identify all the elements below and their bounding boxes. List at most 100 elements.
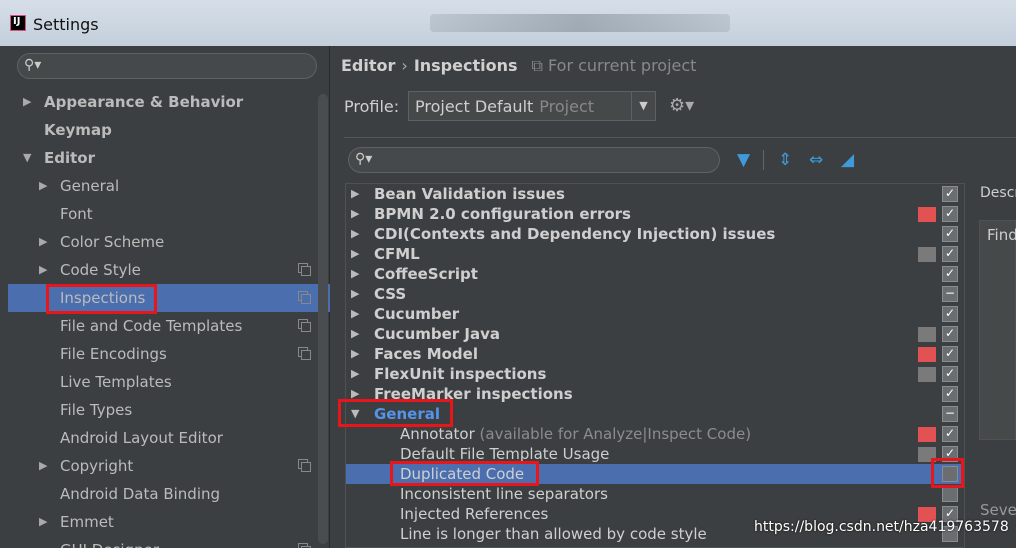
sidebar-item-font[interactable]: Font: [8, 200, 330, 228]
project-scope-label: For current project: [548, 56, 697, 75]
sidebar-scrollbar[interactable]: [318, 94, 328, 544]
reset-eraser-icon[interactable]: ◢: [841, 150, 854, 170]
sidebar-item-code-style[interactable]: ▶ Code Style: [8, 256, 330, 284]
sidebar-item-file-types[interactable]: File Types: [8, 396, 330, 424]
sidebar-item-color-scheme[interactable]: ▶ Color Scheme: [8, 228, 330, 256]
breadcrumb-separator-icon: ›: [401, 56, 408, 75]
sidebar-item-android-layout-editor[interactable]: Android Layout Editor: [8, 424, 330, 452]
enable-checkbox[interactable]: ✓: [942, 426, 958, 442]
inspection-label: BPMN 2.0 configuration errors: [374, 205, 631, 223]
breadcrumb: Editor › Inspections ⧉ For current project: [341, 56, 696, 76]
inspection-row[interactable]: ▶ CFML ✓: [346, 244, 964, 264]
enable-checkbox[interactable]: ✓: [942, 366, 958, 382]
sidebar-item-keymap[interactable]: Keymap: [8, 116, 330, 144]
chevron-right-icon[interactable]: ▶: [39, 256, 47, 284]
inspection-row[interactable]: Annotator (available for Analyze|Inspect…: [346, 424, 964, 444]
sidebar-item-label: Font: [60, 205, 93, 223]
sidebar-item-file-encodings[interactable]: File Encodings: [8, 340, 330, 368]
enable-checkbox[interactable]: −: [942, 406, 958, 422]
enable-checkbox[interactable]: ✓: [942, 386, 958, 402]
enable-checkbox[interactable]: ✓: [942, 246, 958, 262]
inspection-label: CDI(Contexts and Dependency Injection) i…: [374, 225, 776, 243]
watermark: https://blog.csdn.net/hza419763578: [754, 519, 1009, 535]
inspection-label: Cucumber Java: [374, 325, 501, 343]
enable-checkbox[interactable]: ✓: [942, 266, 958, 282]
expand-all-icon[interactable]: ⇕: [778, 150, 792, 170]
enable-checkbox[interactable]: ✓: [942, 306, 958, 322]
sidebar-item-live-templates[interactable]: Live Templates: [8, 368, 330, 396]
sidebar-item-emmet[interactable]: ▶ Emmet: [8, 508, 330, 536]
search-icon: ⚲▾: [355, 151, 373, 167]
enable-checkbox[interactable]: [942, 486, 958, 502]
sidebar-item-gui-designer[interactable]: GUI Designer: [8, 536, 330, 548]
chevron-right-icon[interactable]: ▶: [351, 324, 359, 344]
chevron-right-icon[interactable]: ▶: [39, 508, 47, 536]
sidebar-item-label: Android Layout Editor: [60, 429, 223, 447]
inspection-row[interactable]: ▶ CDI(Contexts and Dependency Injection) …: [346, 224, 964, 244]
enable-checkbox[interactable]: ✓: [942, 346, 958, 362]
inspection-row[interactable]: ▶ FlexUnit inspections ✓: [346, 364, 964, 384]
chevron-right-icon[interactable]: ▶: [351, 364, 359, 384]
chevron-down-icon[interactable]: ▼: [23, 144, 31, 172]
enable-checkbox[interactable]: ✓: [942, 206, 958, 222]
inspection-row[interactable]: ▶ BPMN 2.0 configuration errors ✓: [346, 204, 964, 224]
inspection-label: CoffeeScript: [374, 265, 478, 283]
chevron-right-icon[interactable]: ▶: [351, 244, 359, 264]
profile-dropdown[interactable]: Project Default Project ▼: [408, 91, 656, 121]
enable-checkbox[interactable]: ✓: [942, 326, 958, 342]
sidebar-item-label: File Encodings: [60, 345, 167, 363]
sidebar-item-android-data-binding[interactable]: Android Data Binding: [8, 480, 330, 508]
filter-icon[interactable]: ▼: [737, 150, 750, 170]
inspection-label: CFML: [374, 245, 420, 263]
sidebar-item-file-and-code-templates[interactable]: File and Code Templates: [8, 312, 330, 340]
severity-indicator: [918, 427, 936, 442]
chevron-right-icon[interactable]: ▶: [351, 224, 359, 244]
description-pane: Descr Find: [973, 183, 1016, 548]
inspection-search-input[interactable]: ⚲▾: [348, 147, 720, 173]
sidebar-item-general[interactable]: ▶ General: [8, 172, 330, 200]
highlight-duplicated-code: [390, 461, 539, 486]
sidebar-item-label: Editor: [44, 149, 95, 167]
project-scope-icon: [298, 263, 311, 276]
inspection-row[interactable]: ▶ Cucumber Java ✓: [346, 324, 964, 344]
highlight-inspections: [46, 284, 157, 314]
chevron-right-icon[interactable]: ▶: [39, 452, 47, 480]
chevron-right-icon[interactable]: ▶: [351, 204, 359, 224]
sidebar-item-appearance-behavior[interactable]: ▶ Appearance & Behavior: [8, 88, 330, 116]
inspection-row[interactable]: ▶ CoffeeScript ✓: [346, 264, 964, 284]
search-icon: ⚲▾: [24, 57, 42, 73]
sidebar-item-label: File and Code Templates: [60, 317, 243, 335]
sidebar-item-copyright[interactable]: ▶ Copyright: [8, 452, 330, 480]
inspection-row[interactable]: ▶ Cucumber ✓: [346, 304, 964, 324]
severity-indicator: [918, 327, 936, 342]
sidebar-item-editor[interactable]: ▼ Editor: [8, 144, 330, 172]
collapse-all-icon[interactable]: ⇔: [809, 150, 823, 170]
chevron-right-icon[interactable]: ▶: [351, 284, 359, 304]
inspection-row[interactable]: ▶ CSS −: [346, 284, 964, 304]
severity-label: Seve: [980, 501, 1016, 519]
severity-indicator: [918, 247, 936, 262]
divider: [344, 137, 1016, 138]
chevron-right-icon[interactable]: ▶: [39, 228, 47, 256]
gear-icon[interactable]: ⚙▾: [669, 95, 694, 116]
enable-checkbox[interactable]: −: [942, 286, 958, 302]
inspection-row[interactable]: ▶ Bean Validation issues ✓: [346, 184, 964, 204]
project-scope-note: ⧉ For current project: [532, 56, 697, 75]
chevron-right-icon[interactable]: ▶: [351, 344, 359, 364]
title-bar: IJ Settings: [0, 0, 1016, 46]
breadcrumb-editor[interactable]: Editor: [341, 56, 395, 75]
inspection-row[interactable]: Inconsistent line separators: [346, 484, 964, 504]
enable-checkbox[interactable]: ✓: [942, 226, 958, 242]
project-scope-icon: [298, 459, 311, 472]
inspection-label: FlexUnit inspections: [374, 365, 547, 383]
inspection-row[interactable]: ▶ Faces Model ✓: [346, 344, 964, 364]
chevron-down-icon[interactable]: ▼: [631, 92, 655, 120]
chevron-right-icon[interactable]: ▶: [39, 172, 47, 200]
settings-search-input[interactable]: ⚲▾: [17, 53, 317, 79]
inspection-label: Annotator (available for Analyze|Inspect…: [400, 425, 752, 443]
chevron-right-icon[interactable]: ▶: [351, 264, 359, 284]
chevron-right-icon[interactable]: ▶: [351, 184, 359, 204]
chevron-right-icon[interactable]: ▶: [351, 304, 359, 324]
chevron-right-icon[interactable]: ▶: [23, 88, 31, 116]
enable-checkbox[interactable]: ✓: [942, 186, 958, 202]
